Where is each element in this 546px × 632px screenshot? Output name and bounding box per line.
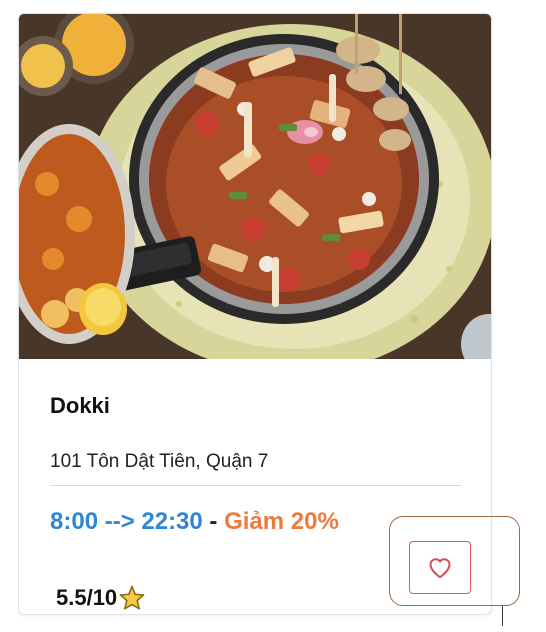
favorite-button[interactable] [409,541,471,594]
opening-hours: 8:00 --> 22:30 [50,508,203,535]
star-icon [119,585,145,610]
heart-outline-icon [429,557,451,578]
hours-discount-line: 8:00 --> 22:30 - Giảm 20% [50,508,339,536]
page: Dokki 101 Tôn Dật Tiên, Quận 7 8:00 --> … [0,0,546,632]
restaurant-address: 101 Tôn Dật Tiên, Quận 7 [50,451,269,472]
rating: 5.5/10 [56,584,146,612]
separator: - [202,508,225,535]
favorite-highlight-pointer [502,606,503,626]
rating-value: 5.5/10 [56,585,118,610]
restaurant-name[interactable]: Dokki [50,393,110,419]
divider [50,485,461,486]
discount-label: Giảm 20% [224,508,339,535]
food-photo [19,14,491,359]
